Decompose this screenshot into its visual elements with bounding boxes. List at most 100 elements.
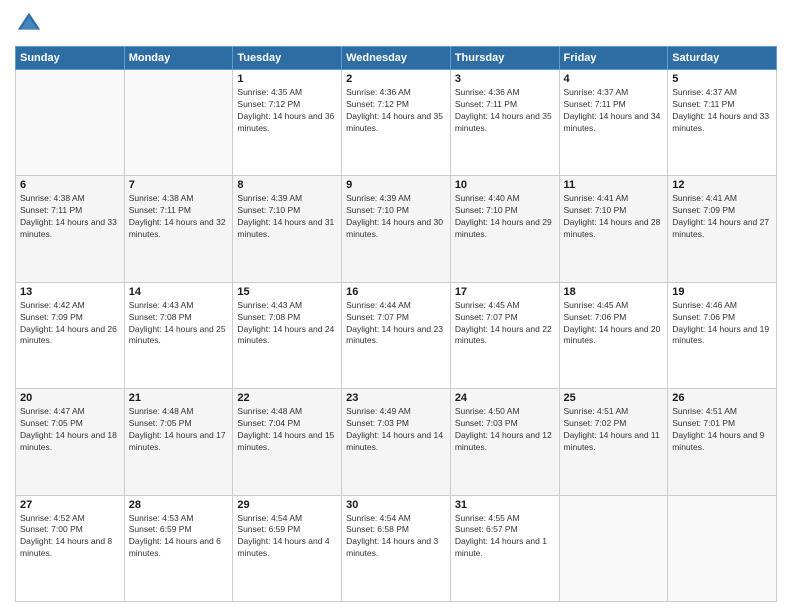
day-info: Sunrise: 4:44 AM Sunset: 7:07 PM Dayligh… — [346, 300, 446, 348]
logo — [15, 10, 47, 38]
day-number: 9 — [346, 179, 446, 191]
day-number: 10 — [455, 179, 555, 191]
day-info: Sunrise: 4:45 AM Sunset: 7:06 PM Dayligh… — [564, 300, 664, 348]
calendar-day-cell: 14 Sunrise: 4:43 AM Sunset: 7:08 PM Dayli… — [124, 282, 233, 388]
day-number: 4 — [564, 73, 664, 85]
weekday-header: Wednesday — [342, 47, 451, 70]
day-number: 23 — [346, 392, 446, 404]
calendar-week-row: 20Sunrise: 4:47 AM Sunset: 7:05 PM Dayli… — [16, 389, 777, 495]
day-info: Sunrise: 4:41 AM Sunset: 7:10 PM Dayligh… — [564, 193, 664, 241]
day-number: 21 — [129, 392, 229, 404]
day-info: Sunrise: 4:43 AM Sunset: 7:08 PM Dayligh… — [237, 300, 337, 348]
day-info: Sunrise: 4:40 AM Sunset: 7:10 PM Dayligh… — [455, 193, 555, 241]
weekday-header: Thursday — [450, 47, 559, 70]
calendar-day-cell: 27 Sunrise: 4:52 AM Sunset: 7:00 PM Dayli… — [16, 495, 125, 601]
day-number: 19 — [672, 286, 772, 298]
calendar-day-cell: 7 Sunrise: 4:38 AM Sunset: 7:11 PM Daylig… — [124, 176, 233, 282]
calendar-day-cell: 31Sunrise: 4:55 AM Sunset: 6:57 PM Dayli… — [450, 495, 559, 601]
day-number: 18 — [564, 286, 664, 298]
header — [15, 10, 777, 38]
calendar-day-cell — [668, 495, 777, 601]
calendar-week-row: 27 Sunrise: 4:52 AM Sunset: 7:00 PM Dayli… — [16, 495, 777, 601]
calendar-day-cell: 25 Sunrise: 4:51 AM Sunset: 7:02 PM Dayli… — [559, 389, 668, 495]
day-number: 26 — [672, 392, 772, 404]
day-info: Sunrise: 4:55 AM Sunset: 6:57 PM Dayligh… — [455, 513, 555, 561]
day-info: Sunrise: 4:42 AM Sunset: 7:09 PM Dayligh… — [20, 300, 120, 348]
day-number: 7 — [129, 179, 229, 191]
day-number: 25 — [564, 392, 664, 404]
calendar-day-cell: 13 Sunrise: 4:42 AM Sunset: 7:09 PM Dayli… — [16, 282, 125, 388]
day-info: Sunrise: 4:36 AM Sunset: 7:11 PM Dayligh… — [455, 87, 555, 135]
calendar-day-cell: 24 Sunrise: 4:50 AM Sunset: 7:03 PM Dayli… — [450, 389, 559, 495]
calendar-day-cell: 9 Sunrise: 4:39 AM Sunset: 7:10 PM Daylig… — [342, 176, 451, 282]
calendar-day-cell: 16 Sunrise: 4:44 AM Sunset: 7:07 PM Dayli… — [342, 282, 451, 388]
calendar-day-cell: 22 Sunrise: 4:48 AM Sunset: 7:04 PM Dayli… — [233, 389, 342, 495]
day-info: Sunrise: 4:49 AM Sunset: 7:03 PM Dayligh… — [346, 406, 446, 454]
day-info: Sunrise: 4:46 AM Sunset: 7:06 PM Dayligh… — [672, 300, 772, 348]
day-number: 24 — [455, 392, 555, 404]
calendar-day-cell: 4Sunrise: 4:37 AM Sunset: 7:11 PM Daylig… — [559, 70, 668, 176]
day-info: Sunrise: 4:51 AM Sunset: 7:02 PM Dayligh… — [564, 406, 664, 454]
day-info: Sunrise: 4:38 AM Sunset: 7:11 PM Dayligh… — [129, 193, 229, 241]
day-number: 15 — [237, 286, 337, 298]
calendar-day-cell: 11 Sunrise: 4:41 AM Sunset: 7:10 PM Dayli… — [559, 176, 668, 282]
day-number: 22 — [237, 392, 337, 404]
weekday-header: Monday — [124, 47, 233, 70]
day-number: 6 — [20, 179, 120, 191]
calendar-day-cell: 29 Sunrise: 4:54 AM Sunset: 6:59 PM Dayli… — [233, 495, 342, 601]
day-number: 27 — [20, 499, 120, 511]
calendar-day-cell: 21 Sunrise: 4:48 AM Sunset: 7:05 PM Dayli… — [124, 389, 233, 495]
day-info: Sunrise: 4:48 AM Sunset: 7:04 PM Dayligh… — [237, 406, 337, 454]
day-info: Sunrise: 4:54 AM Sunset: 6:58 PM Dayligh… — [346, 513, 446, 561]
weekday-header: Sunday — [16, 47, 125, 70]
calendar-day-cell — [559, 495, 668, 601]
calendar-day-cell — [124, 70, 233, 176]
day-info: Sunrise: 4:52 AM Sunset: 7:00 PM Dayligh… — [20, 513, 120, 561]
day-info: Sunrise: 4:38 AM Sunset: 7:11 PM Dayligh… — [20, 193, 120, 241]
day-info: Sunrise: 4:45 AM Sunset: 7:07 PM Dayligh… — [455, 300, 555, 348]
calendar-week-row: 13 Sunrise: 4:42 AM Sunset: 7:09 PM Dayli… — [16, 282, 777, 388]
day-number: 12 — [672, 179, 772, 191]
day-info: Sunrise: 4:39 AM Sunset: 7:10 PM Dayligh… — [346, 193, 446, 241]
calendar-day-cell: 5 Sunrise: 4:37 AM Sunset: 7:11 PM Daylig… — [668, 70, 777, 176]
calendar-day-cell: 18 Sunrise: 4:45 AM Sunset: 7:06 PM Dayli… — [559, 282, 668, 388]
day-info: Sunrise: 4:51 AM Sunset: 7:01 PM Dayligh… — [672, 406, 772, 454]
day-info: Sunrise: 4:43 AM Sunset: 7:08 PM Dayligh… — [129, 300, 229, 348]
calendar-day-cell: 8Sunrise: 4:39 AM Sunset: 7:10 PM Daylig… — [233, 176, 342, 282]
day-number: 29 — [237, 499, 337, 511]
calendar-day-cell: 1 Sunrise: 4:35 AM Sunset: 7:12 PM Daylig… — [233, 70, 342, 176]
day-info: Sunrise: 4:48 AM Sunset: 7:05 PM Dayligh… — [129, 406, 229, 454]
day-info: Sunrise: 4:53 AM Sunset: 6:59 PM Dayligh… — [129, 513, 229, 561]
day-info: Sunrise: 4:35 AM Sunset: 7:12 PM Dayligh… — [237, 87, 337, 135]
calendar-day-cell: 6 Sunrise: 4:38 AM Sunset: 7:11 PM Daylig… — [16, 176, 125, 282]
calendar-day-cell: 12 Sunrise: 4:41 AM Sunset: 7:09 PM Dayli… — [668, 176, 777, 282]
day-number: 1 — [237, 73, 337, 85]
day-number: 3 — [455, 73, 555, 85]
calendar-day-cell: 26 Sunrise: 4:51 AM Sunset: 7:01 PM Dayli… — [668, 389, 777, 495]
calendar-day-cell: 19 Sunrise: 4:46 AM Sunset: 7:06 PM Dayli… — [668, 282, 777, 388]
calendar-day-cell: 17 Sunrise: 4:45 AM Sunset: 7:07 PM Dayli… — [450, 282, 559, 388]
calendar-header-row: SundayMondayTuesdayWednesdayThursdayFrid… — [16, 47, 777, 70]
day-info: Sunrise: 4:37 AM Sunset: 7:11 PM Dayligh… — [672, 87, 772, 135]
day-number: 28 — [129, 499, 229, 511]
page: SundayMondayTuesdayWednesdayThursdayFrid… — [0, 0, 792, 612]
weekday-header: Tuesday — [233, 47, 342, 70]
day-number: 16 — [346, 286, 446, 298]
day-info: Sunrise: 4:54 AM Sunset: 6:59 PM Dayligh… — [237, 513, 337, 561]
day-number: 5 — [672, 73, 772, 85]
calendar-day-cell: 10 Sunrise: 4:40 AM Sunset: 7:10 PM Dayli… — [450, 176, 559, 282]
day-info: Sunrise: 4:39 AM Sunset: 7:10 PM Dayligh… — [237, 193, 337, 241]
day-number: 17 — [455, 286, 555, 298]
calendar-day-cell: 15 Sunrise: 4:43 AM Sunset: 7:08 PM Dayli… — [233, 282, 342, 388]
day-info: Sunrise: 4:50 AM Sunset: 7:03 PM Dayligh… — [455, 406, 555, 454]
day-info: Sunrise: 4:41 AM Sunset: 7:09 PM Dayligh… — [672, 193, 772, 241]
day-number: 11 — [564, 179, 664, 191]
day-number: 14 — [129, 286, 229, 298]
day-number: 13 — [20, 286, 120, 298]
calendar-day-cell — [16, 70, 125, 176]
day-info: Sunrise: 4:36 AM Sunset: 7:12 PM Dayligh… — [346, 87, 446, 135]
calendar-day-cell: 2 Sunrise: 4:36 AM Sunset: 7:12 PM Daylig… — [342, 70, 451, 176]
day-number: 2 — [346, 73, 446, 85]
day-number: 20 — [20, 392, 120, 404]
day-number: 30 — [346, 499, 446, 511]
